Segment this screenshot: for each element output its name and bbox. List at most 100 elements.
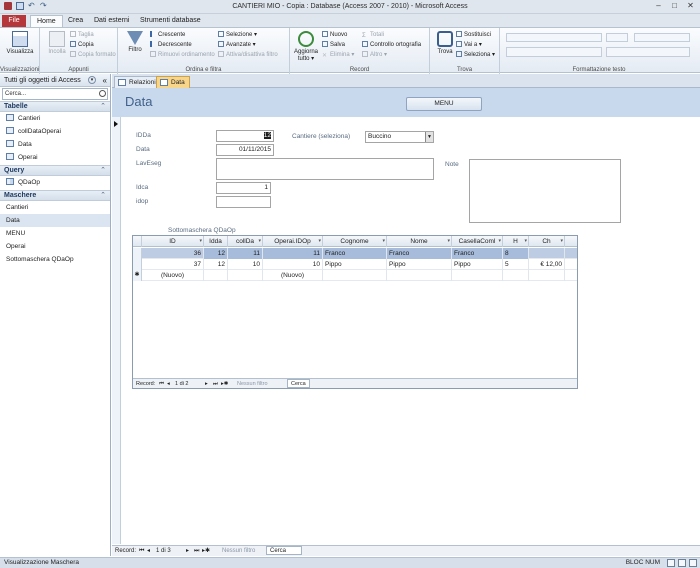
new-record-nav-icon[interactable]: ▸✱ xyxy=(202,546,210,556)
col-casellacoml[interactable]: CasellaComl ▾ xyxy=(452,236,503,247)
cell-h-new[interactable] xyxy=(503,270,529,281)
cell-casellacoml-new[interactable] xyxy=(452,270,503,281)
subform-filter-status[interactable]: Nessun filtro xyxy=(237,379,268,389)
aggiorna-tutto-button[interactable]: Aggiorna tutto ▾ xyxy=(291,31,321,63)
cell-nome[interactable]: Pippo xyxy=(387,259,452,270)
chevron-down-icon[interactable]: ▾ xyxy=(88,76,96,84)
attiva-filtro-button[interactable]: Attiva/disattiva filtro xyxy=(218,51,278,59)
filter-status[interactable]: Nessun filtro xyxy=(222,546,255,556)
minimize-button[interactable]: – xyxy=(651,1,666,12)
filtro-button[interactable]: Filtro xyxy=(120,31,150,54)
nav-item-table-data[interactable]: Data xyxy=(0,138,110,151)
nav-item-form-sottomaschera[interactable]: Sottomaschera QDaOp xyxy=(0,253,120,348)
col-collda[interactable]: collDa ▾ xyxy=(228,236,263,247)
nav-item-table-cantieri[interactable]: Cantieri xyxy=(0,112,110,125)
nav-section-tabelle[interactable]: Tabelle ⌃ xyxy=(0,101,110,112)
row-selector[interactable] xyxy=(133,259,142,270)
cell-cognome-new[interactable] xyxy=(323,270,387,281)
layout-view-icon[interactable] xyxy=(678,559,686,567)
tab-dati-esterni[interactable]: Dati esterni xyxy=(88,15,135,27)
header-selector[interactable] xyxy=(133,236,142,247)
record-selector[interactable] xyxy=(112,117,121,544)
nav-item-form-cantieri[interactable]: Cantieri xyxy=(0,201,120,296)
tab-crea[interactable]: Crea xyxy=(62,15,89,27)
salva-record-button[interactable]: Salva xyxy=(322,41,345,49)
chevron-down-icon[interactable]: ▾ xyxy=(447,236,450,247)
nav-item-form-operai[interactable]: Operai xyxy=(0,240,120,335)
first-record-icon[interactable]: ⏮ xyxy=(139,546,144,556)
nav-item-table-colldataoperai[interactable]: collDataOperai xyxy=(0,125,110,138)
selezione-button[interactable]: Selezione ▾ xyxy=(218,31,257,39)
cell-nome[interactable]: Franco xyxy=(387,248,452,259)
idca-field[interactable]: 1 xyxy=(216,182,271,194)
form-view-icon[interactable] xyxy=(667,559,675,567)
incolla-button[interactable]: Incolla xyxy=(42,31,72,56)
note-field[interactable] xyxy=(469,159,621,223)
elimina-button[interactable]: ✕ Elimina ▾ xyxy=(322,51,354,59)
text-style-buttons[interactable] xyxy=(506,47,602,57)
altro-button[interactable]: Altro ▾ xyxy=(362,51,387,59)
doc-tab-relazioni[interactable]: Relazioni xyxy=(114,76,161,88)
cantiere-combobox[interactable]: Buccino ▼ xyxy=(365,131,434,143)
cell-id[interactable]: 37 xyxy=(142,259,204,270)
nav-section-query[interactable]: Query ⌃ xyxy=(0,165,110,176)
record-search-input[interactable]: Cerca xyxy=(266,546,302,555)
new-record-nav-icon[interactable]: ▸✱ xyxy=(221,379,228,389)
nav-search-input[interactable]: Cerca... xyxy=(2,88,108,100)
design-view-icon[interactable] xyxy=(689,559,697,567)
seleziona-button[interactable]: Seleziona ▾ xyxy=(456,51,495,59)
cell-idda[interactable]: 12 xyxy=(204,248,228,259)
laveseg-field[interactable] xyxy=(216,158,434,180)
cell-casellacoml[interactable]: Franco xyxy=(452,248,503,259)
copia-formato-button[interactable]: Copia formato xyxy=(70,51,116,59)
cell-cognome[interactable]: Pippo xyxy=(323,259,387,270)
cell-ch-new[interactable] xyxy=(529,270,565,281)
cell-ch[interactable] xyxy=(529,248,565,259)
nav-section-maschere[interactable]: Maschere ⌃ xyxy=(0,190,110,201)
cell-collda-new[interactable] xyxy=(228,270,263,281)
last-record-icon[interactable]: ⏭ xyxy=(194,546,199,556)
chevron-down-icon[interactable]: ▾ xyxy=(382,236,385,247)
copia-button[interactable]: Copia xyxy=(70,41,94,49)
chevron-down-icon[interactable]: ▾ xyxy=(560,236,563,247)
previous-record-icon[interactable]: ◂ xyxy=(147,546,150,556)
controllo-ortografia-button[interactable]: Controllo ortografia xyxy=(362,41,421,49)
last-record-icon[interactable]: ⏭ xyxy=(213,379,218,389)
doc-tab-data[interactable]: Data xyxy=(156,76,190,88)
cell-collda[interactable]: 10 xyxy=(228,259,263,270)
totali-button[interactable]: Σ Totali xyxy=(362,31,384,39)
col-id[interactable]: ID ▾ xyxy=(142,236,204,247)
col-operai-idop[interactable]: Operai.IDOp ▾ xyxy=(263,236,323,247)
rimuovi-ordinamento-button[interactable]: Rimuovi ordinamento xyxy=(150,51,215,59)
font-name-select[interactable] xyxy=(506,33,602,42)
cell-casellacoml[interactable]: Pippo xyxy=(452,259,503,270)
chevron-down-icon[interactable]: ▾ xyxy=(498,236,501,247)
maximize-button[interactable]: □ xyxy=(667,1,682,12)
avanzate-button[interactable]: Avanzate ▾ xyxy=(218,41,256,49)
crescente-button[interactable]: Crescente xyxy=(150,31,185,39)
previous-record-icon[interactable]: ◂ xyxy=(167,379,170,389)
font-size-select[interactable] xyxy=(606,33,628,42)
cell-id[interactable]: 36 xyxy=(142,248,204,259)
collapse-pane-icon[interactable]: « xyxy=(103,74,107,87)
table-row[interactable]: 37 12 10 10 Pippo Pippo Pippo 5 € 12,00 xyxy=(133,259,577,270)
tab-file[interactable]: File xyxy=(2,15,26,27)
nuovo-record-button[interactable]: Nuovo xyxy=(322,31,347,39)
cell-operai-idop-new[interactable]: (Nuovo) xyxy=(263,270,323,281)
cell-idda-new[interactable] xyxy=(204,270,228,281)
subform-search-input[interactable]: Cerca xyxy=(287,379,310,388)
menu-button[interactable]: MENU xyxy=(406,97,482,111)
first-record-icon[interactable]: ⏮ xyxy=(159,379,164,389)
nav-pane-header[interactable]: Tutti gli oggetti di Access ▾ « xyxy=(0,74,110,87)
idop-field[interactable] xyxy=(216,196,271,208)
chevron-down-icon[interactable]: ▾ xyxy=(199,236,202,247)
idda-field[interactable]: 12 xyxy=(216,130,274,142)
col-idda[interactable]: Idda xyxy=(204,236,228,247)
next-record-icon[interactable]: ▸ xyxy=(186,546,189,556)
nav-item-form-menu[interactable]: MENU xyxy=(0,227,120,322)
decrescente-button[interactable]: Decrescente xyxy=(150,41,192,49)
cell-id-new[interactable]: (Nuovo) xyxy=(142,270,204,281)
table-row[interactable]: 36 12 11 11 Franco Franco Franco 8 xyxy=(133,248,577,259)
cell-h[interactable]: 5 xyxy=(503,259,529,270)
search-icon[interactable] xyxy=(99,90,106,97)
